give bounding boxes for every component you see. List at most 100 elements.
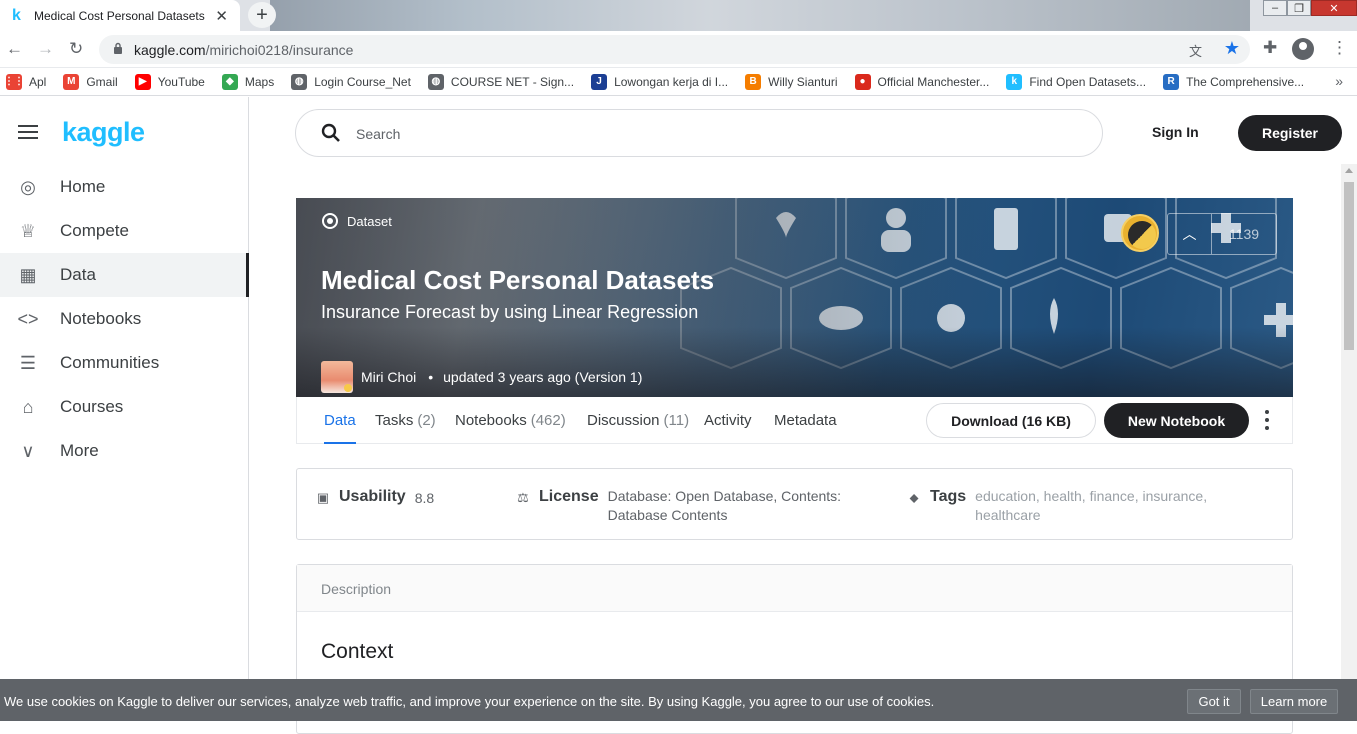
- tab-activity[interactable]: Activity: [704, 412, 752, 429]
- bookmark-item[interactable]: ◍ COURSE NET - Sign...: [427, 73, 574, 90]
- bookmark-star-icon[interactable]: ★: [1224, 38, 1240, 59]
- profile-avatar-icon[interactable]: [1292, 38, 1314, 60]
- extensions-icon[interactable]: ✚: [1263, 38, 1277, 58]
- manutd-icon: ●: [854, 73, 871, 90]
- address-bar[interactable]: kaggle.com/mirichoi0218/insurance 文 ★: [99, 35, 1250, 64]
- new-notebook-button[interactable]: New Notebook: [1104, 403, 1249, 438]
- browser-tab[interactable]: k Medical Cost Personal Datasets | ✕: [0, 0, 240, 31]
- dataset-icon: [322, 213, 338, 229]
- tags-label: Tags: [930, 488, 967, 505]
- dataset-title: Medical Cost Personal Datasets: [321, 265, 715, 295]
- bookmark-item[interactable]: ▶ YouTube: [134, 73, 205, 90]
- bookmark-label: Apl: [29, 74, 47, 89]
- gmail-icon: M: [63, 73, 80, 90]
- page-scrollbar[interactable]: [1341, 164, 1357, 721]
- sidebar-item-compete[interactable]: ♕ Compete: [0, 209, 249, 253]
- close-window-button[interactable]: ✕: [1311, 0, 1357, 16]
- license-label: License: [539, 488, 599, 505]
- sidebar-item-notebooks[interactable]: <> Notebooks: [0, 297, 249, 341]
- chrome-menu-icon[interactable]: ⋮: [1331, 38, 1348, 58]
- scroll-up-arrow-icon[interactable]: [1345, 168, 1353, 173]
- sidebar-item-label: Notebooks: [60, 309, 142, 328]
- close-tab-icon[interactable]: ✕: [215, 7, 228, 25]
- bookmark-item[interactable]: ⋮⋮ Apl: [4, 73, 47, 90]
- kaggle-icon: k: [1006, 73, 1023, 90]
- bookmark-label: Lowongan kerja di I...: [614, 74, 729, 89]
- dataset-banner: Dataset Medical Cost Personal Datasets I…: [296, 198, 1293, 397]
- bookmark-item[interactable]: B Willy Sianturi: [745, 73, 838, 90]
- bookmark-item[interactable]: J Lowongan kerja di I...: [591, 73, 729, 90]
- cookie-message: We use cookies on Kaggle to deliver our …: [4, 694, 935, 709]
- author-info: Miri Choi • updated 3 years ago (Version…: [321, 361, 642, 393]
- search-input[interactable]: [356, 123, 1056, 145]
- trophy-icon: ♕: [19, 220, 37, 241]
- learn-more-button[interactable]: Learn more: [1250, 689, 1338, 714]
- upvote-button[interactable]: ︿: [1168, 214, 1212, 254]
- tab-discussion[interactable]: Discussion (11): [587, 412, 689, 429]
- bookmark-label: Find Open Datasets...: [1029, 74, 1147, 89]
- comment-icon: ☰: [19, 352, 37, 373]
- cookie-banner: We use cookies on Kaggle to deliver our …: [0, 679, 1357, 721]
- tab-data[interactable]: Data: [324, 412, 356, 444]
- tab-metadata[interactable]: Metadata: [774, 412, 837, 429]
- author-name[interactable]: Miri Choi: [361, 369, 416, 385]
- forward-button[interactable]: →: [37, 39, 54, 59]
- got-it-button[interactable]: Got it: [1187, 689, 1241, 714]
- bookmark-item[interactable]: R The Comprehensive...: [1163, 73, 1304, 90]
- license-value[interactable]: Database: Open Database, Contents: Databa…: [608, 487, 841, 525]
- download-button[interactable]: Download (16 KB): [926, 403, 1096, 438]
- bookmark-item[interactable]: ◆ Maps: [221, 73, 274, 90]
- bookmark-item[interactable]: ● Official Manchester...: [854, 73, 990, 90]
- tab-count: (462): [530, 412, 566, 429]
- sidebar-item-label: Communities: [60, 353, 160, 372]
- vote-count: 1139: [1228, 226, 1260, 242]
- apps-grid-icon: ⋮⋮: [4, 73, 24, 90]
- restore-button[interactable]: ❐: [1287, 0, 1311, 16]
- more-bookmarks-icon[interactable]: »: [1335, 73, 1343, 89]
- tab-label: Activity: [704, 412, 752, 429]
- sidebar-item-label: Data: [60, 265, 96, 284]
- new-tab-button[interactable]: +: [248, 2, 276, 28]
- bookmark-item[interactable]: ◍ Login Course_Net: [291, 73, 411, 90]
- jobstreet-icon: J: [591, 73, 608, 90]
- browser-toolbar: ← → ↻ kaggle.com/mirichoi0218/insurance …: [0, 31, 1357, 68]
- tab-count: (11): [663, 412, 690, 429]
- code-icon: <>: [17, 308, 39, 329]
- globe-icon: ◍: [427, 73, 444, 90]
- dataset-meta-card: ▣ Usability 8.8 ⚖ License Database: Open…: [296, 468, 1293, 540]
- scrollbar-thumb[interactable]: [1344, 182, 1354, 350]
- description-header: Description: [297, 565, 1292, 612]
- reload-button[interactable]: ↻: [69, 39, 83, 59]
- back-button[interactable]: ←: [6, 39, 23, 59]
- scale-icon: ⚖: [517, 490, 529, 505]
- search-box[interactable]: [295, 109, 1103, 157]
- sidebar-item-data[interactable]: ▦ Data: [0, 253, 249, 297]
- author-avatar[interactable]: [321, 361, 353, 393]
- bookmark-item[interactable]: k Find Open Datasets...: [1006, 73, 1147, 90]
- usability-value: 8.8: [414, 490, 435, 506]
- tags-value[interactable]: education, health, finance, insurance, he…: [975, 487, 1207, 525]
- sidebar-item-communities[interactable]: ☰ Communities: [0, 341, 249, 385]
- tab-tasks[interactable]: Tasks (2): [375, 412, 436, 429]
- minimize-button[interactable]: –: [1263, 0, 1287, 16]
- more-options-icon[interactable]: [1259, 410, 1275, 430]
- tab-notebooks[interactable]: Notebooks (462): [455, 412, 566, 429]
- tab-label: Data: [324, 412, 356, 429]
- kaggle-logo[interactable]: kaggle: [62, 117, 145, 148]
- sidebar-item-courses[interactable]: ⌂ Courses: [0, 385, 249, 429]
- register-button[interactable]: Register: [1238, 115, 1342, 151]
- url-text: kaggle.com/mirichoi0218/insurance: [134, 42, 354, 58]
- school-icon: ⌂: [22, 396, 34, 417]
- sidebar-item-home[interactable]: ◎ Home: [0, 165, 249, 209]
- bookmark-item[interactable]: M Gmail: [63, 73, 118, 90]
- hamburger-menu-icon[interactable]: [18, 125, 38, 139]
- bookmark-label: Official Manchester...: [877, 74, 990, 89]
- tag-icon: ⬥: [909, 490, 919, 505]
- tab-label: Tasks: [375, 412, 414, 429]
- sidebar-item-more[interactable]: ∨ More: [0, 429, 249, 473]
- translate-icon[interactable]: 文: [1189, 41, 1202, 60]
- blogger-icon: B: [745, 73, 762, 90]
- chevron-down-icon: ∨: [21, 440, 35, 461]
- gold-medal-icon: [1121, 214, 1159, 252]
- sign-in-link[interactable]: Sign In: [1152, 124, 1199, 140]
